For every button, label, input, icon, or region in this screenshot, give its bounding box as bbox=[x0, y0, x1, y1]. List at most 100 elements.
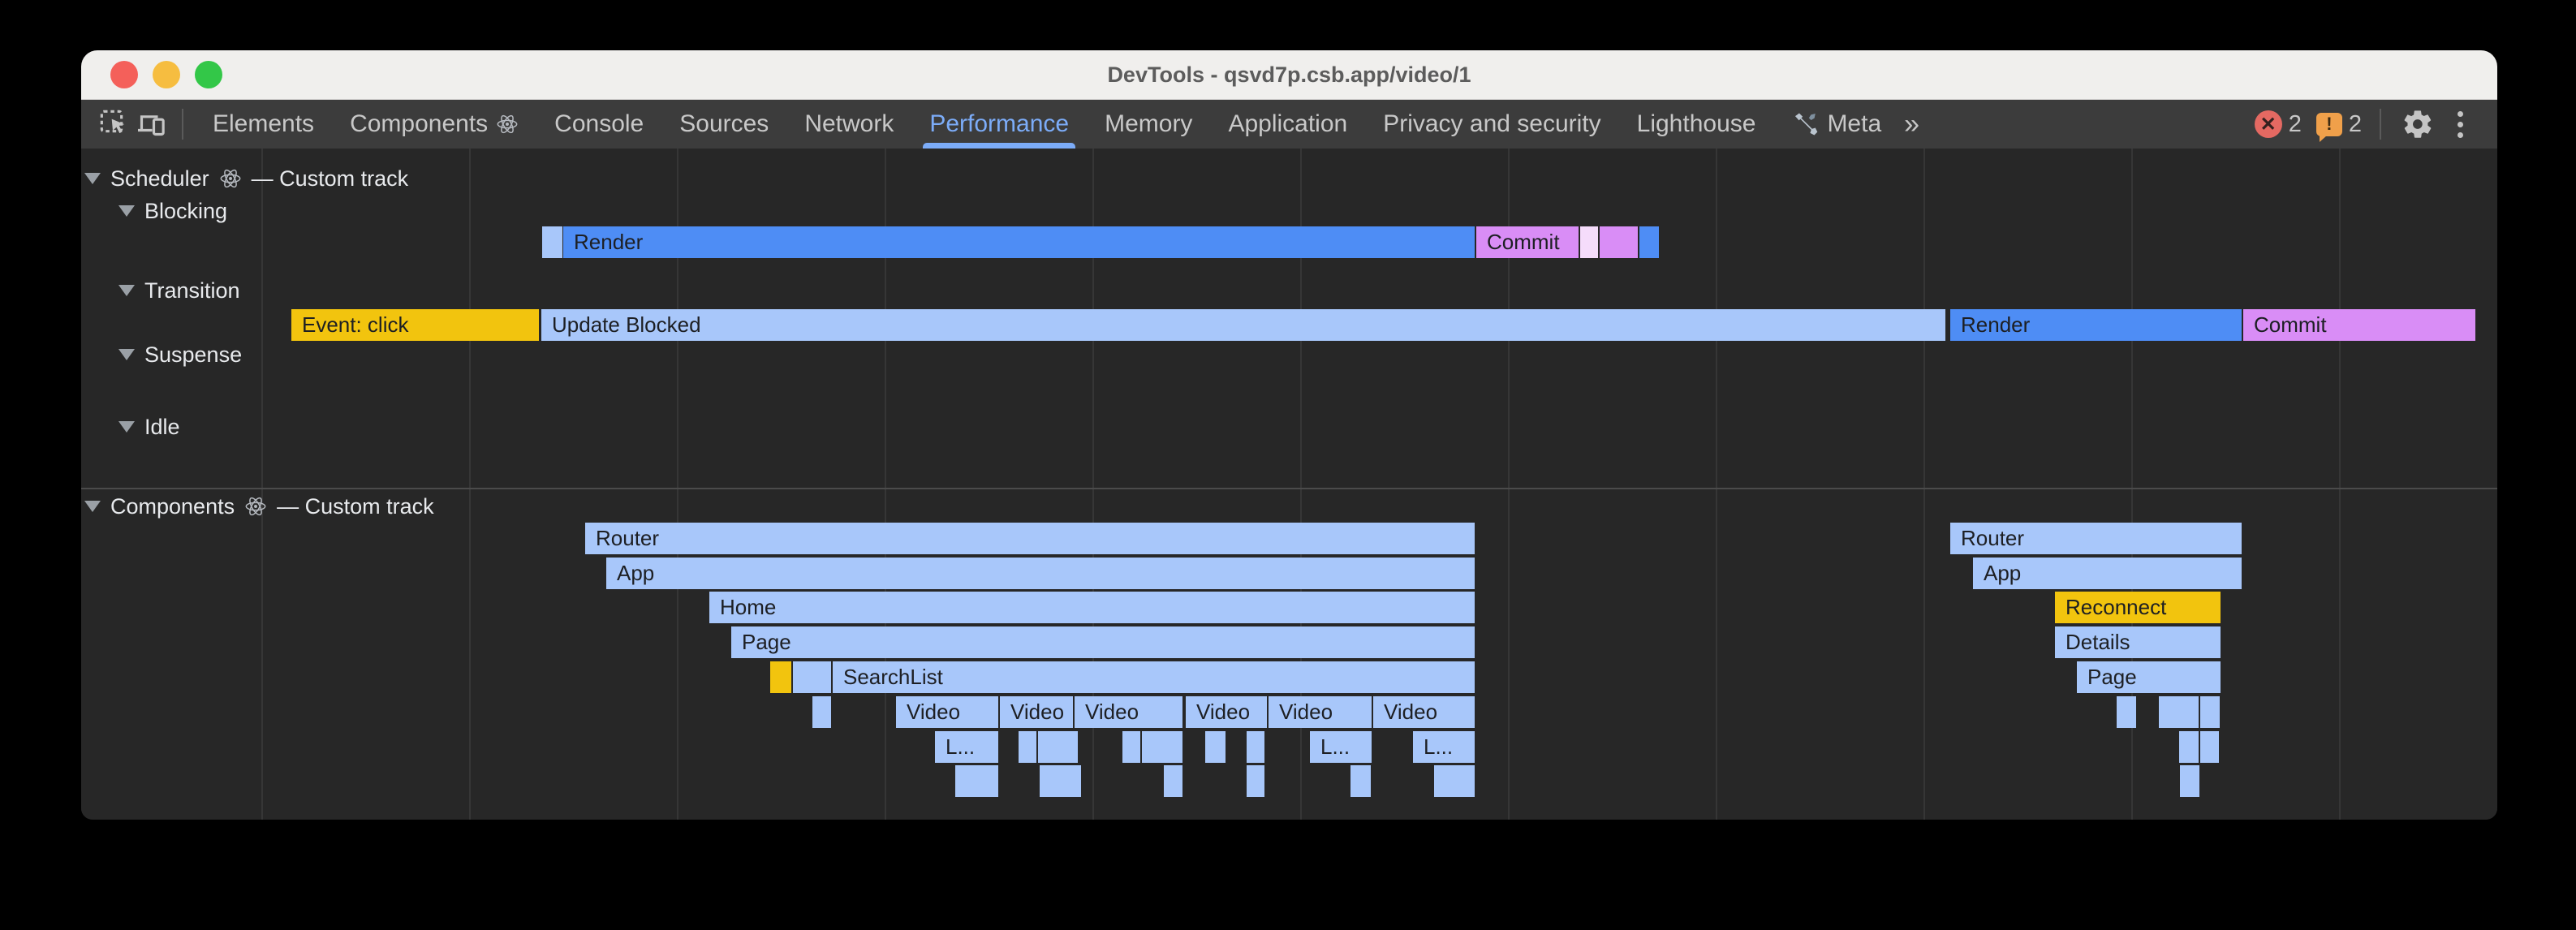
flame-bar[interactable] bbox=[955, 765, 998, 797]
flame-bar[interactable] bbox=[2179, 731, 2199, 763]
flame-bar[interactable] bbox=[1040, 765, 1081, 797]
flame-bar-render[interactable]: Render bbox=[1950, 309, 2242, 341]
flame-bar[interactable] bbox=[1164, 765, 1182, 797]
flame-bar-video[interactable]: Video bbox=[1075, 696, 1182, 728]
lane-name: Blocking bbox=[144, 199, 227, 224]
lane-label-idle[interactable]: Idle bbox=[118, 413, 180, 441]
titlebar: DevTools - qsvd7p.csb.app/video/1 bbox=[81, 50, 2497, 100]
flame-bar[interactable] bbox=[1580, 226, 1598, 258]
flame-bar-app[interactable]: App bbox=[1973, 558, 2242, 589]
flame-bar[interactable] bbox=[2117, 696, 2136, 728]
tab-components[interactable]: Components bbox=[332, 100, 536, 149]
track-suffix: — Custom track bbox=[252, 166, 409, 192]
flame-bar-page[interactable]: Page bbox=[2077, 661, 2221, 693]
tab-label: Memory bbox=[1105, 110, 1192, 138]
flame-bar-page[interactable]: Page bbox=[731, 626, 1475, 658]
flame-bar-reconnect[interactable]: Reconnect bbox=[2055, 592, 2221, 623]
flame-bar-searchlist[interactable]: SearchList bbox=[833, 661, 1475, 693]
lane-name: Idle bbox=[144, 415, 180, 440]
tab-label: Privacy and security bbox=[1383, 110, 1600, 138]
react-atom-icon bbox=[219, 167, 242, 190]
flame-bar[interactable] bbox=[1600, 226, 1638, 258]
flame-bar-video[interactable]: Video bbox=[1373, 696, 1475, 728]
flame-bar-router[interactable]: Router bbox=[585, 523, 1475, 554]
lane-label-suspense[interactable]: Suspense bbox=[118, 341, 242, 368]
flame-bar-event-click[interactable]: Event: click bbox=[291, 309, 539, 341]
tab-application[interactable]: Application bbox=[1210, 100, 1365, 149]
flame-bar-video[interactable]: Video bbox=[1269, 696, 1372, 728]
collapse-triangle-icon[interactable] bbox=[118, 349, 135, 360]
more-tabs-button[interactable]: » bbox=[1899, 109, 1921, 140]
flame-bar[interactable] bbox=[1639, 226, 1659, 258]
tabs: ElementsComponentsConsoleSourcesNetwork P… bbox=[195, 100, 1899, 149]
tab-sources[interactable]: Sources bbox=[661, 100, 786, 149]
gridline bbox=[261, 149, 263, 820]
tab-label: Performance bbox=[929, 110, 1069, 138]
flame-bar[interactable] bbox=[2180, 765, 2199, 797]
flame-bar-commit[interactable]: Commit bbox=[2243, 309, 2475, 341]
flame-bar[interactable] bbox=[1434, 765, 1475, 797]
more-options-kebab-icon[interactable] bbox=[2451, 111, 2470, 138]
lane-label-transition[interactable]: Transition bbox=[118, 277, 240, 304]
flame-bar-l[interactable]: L... bbox=[1413, 731, 1475, 763]
tab-console[interactable]: Console bbox=[536, 100, 661, 149]
track-name: Components bbox=[110, 494, 235, 519]
tab-label: Application bbox=[1228, 110, 1347, 138]
flame-bar-router[interactable]: Router bbox=[1950, 523, 2242, 554]
gridline bbox=[469, 149, 471, 820]
collapse-triangle-icon[interactable] bbox=[118, 205, 135, 217]
lane-label-blocking[interactable]: Blocking bbox=[118, 197, 227, 225]
error-count: 2 bbox=[2289, 111, 2302, 138]
flame-bar-commit[interactable]: Commit bbox=[1476, 226, 1579, 258]
tab-elements[interactable]: Elements bbox=[195, 100, 332, 149]
tab-performance[interactable]: Performance bbox=[911, 100, 1087, 149]
device-toolbar-icon[interactable] bbox=[133, 105, 170, 143]
collapse-triangle-icon[interactable] bbox=[118, 285, 135, 296]
flame-bar[interactable] bbox=[770, 661, 791, 693]
track-header-scheduler[interactable]: Scheduler — Custom track bbox=[84, 165, 408, 192]
flame-bar-update-blocked[interactable]: Update Blocked bbox=[541, 309, 1945, 341]
collapse-triangle-icon[interactable] bbox=[84, 173, 101, 184]
flame-bar[interactable] bbox=[542, 226, 562, 258]
flame-bar[interactable] bbox=[2200, 696, 2220, 728]
window-title: DevTools - qsvd7p.csb.app/video/1 bbox=[81, 50, 2497, 99]
flame-bar[interactable] bbox=[1142, 731, 1182, 763]
timeline-content[interactable]: Scheduler— Custom trackBlockingRenderCom… bbox=[81, 149, 2497, 820]
flame-bar[interactable] bbox=[1122, 731, 1140, 763]
issue-icon: ! bbox=[2316, 113, 2342, 136]
track-name: Scheduler bbox=[110, 166, 209, 192]
flame-bar-app[interactable]: App bbox=[606, 558, 1475, 589]
flame-bar-video[interactable]: Video bbox=[1186, 696, 1267, 728]
tab-lighthouse[interactable]: Lighthouse bbox=[1619, 100, 1774, 149]
flame-bar[interactable] bbox=[1350, 765, 1371, 797]
issues-badge[interactable]: ! 2 bbox=[2316, 111, 2362, 138]
flame-bar-home[interactable]: Home bbox=[709, 592, 1475, 623]
flame-bar-video[interactable]: Video bbox=[1000, 696, 1073, 728]
flame-bar[interactable] bbox=[2200, 731, 2219, 763]
tab-meta[interactable]: Meta bbox=[1773, 100, 1899, 149]
flame-bar-l[interactable]: L... bbox=[1310, 731, 1372, 763]
flame-bar[interactable] bbox=[1019, 731, 1036, 763]
flame-bar-render[interactable]: Render bbox=[563, 226, 1475, 258]
flame-bar[interactable] bbox=[1205, 731, 1226, 763]
flame-bar-l[interactable]: L... bbox=[935, 731, 998, 763]
track-divider bbox=[81, 488, 2497, 489]
flame-bar[interactable] bbox=[2159, 696, 2199, 728]
flame-bar-details[interactable]: Details bbox=[2055, 626, 2221, 658]
settings-gear-icon[interactable] bbox=[2399, 105, 2436, 143]
collapse-triangle-icon[interactable] bbox=[118, 421, 135, 433]
console-errors-badge[interactable]: ✕ 2 bbox=[2255, 110, 2302, 138]
flame-bar-video[interactable]: Video bbox=[896, 696, 998, 728]
tab-memory[interactable]: Memory bbox=[1087, 100, 1210, 149]
collapse-triangle-icon[interactable] bbox=[84, 501, 101, 512]
track-header-components[interactable]: Components— Custom track bbox=[84, 493, 434, 520]
flame-bar[interactable] bbox=[1247, 731, 1264, 763]
tab-privacy-and-security[interactable]: Privacy and security bbox=[1365, 100, 1618, 149]
lane-name: Transition bbox=[144, 278, 240, 304]
inspect-element-icon[interactable] bbox=[96, 105, 133, 143]
flame-bar[interactable] bbox=[812, 696, 831, 728]
tab-network[interactable]: Network bbox=[786, 100, 911, 149]
flame-bar[interactable] bbox=[1247, 765, 1264, 797]
flame-bar[interactable] bbox=[1038, 731, 1078, 763]
flame-bar[interactable] bbox=[793, 661, 831, 693]
